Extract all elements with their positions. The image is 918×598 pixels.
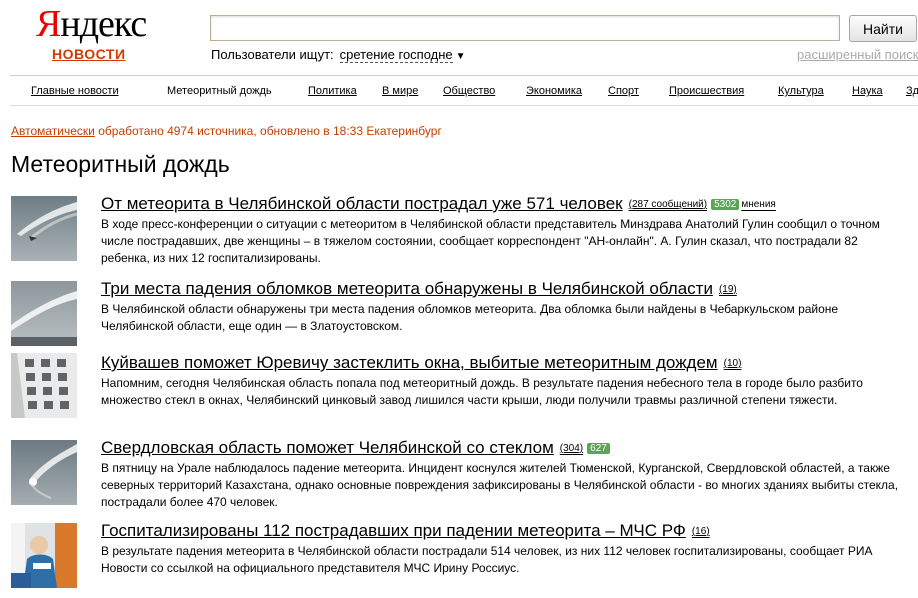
news-item-title[interactable]: Три места падения обломков метеорита обн… bbox=[101, 279, 737, 299]
nav-item-culture[interactable]: Культура bbox=[778, 85, 824, 97]
popular-queries-label: Пользователи ищут: bbox=[211, 47, 334, 62]
news-item-snippet: Напомним, сегодня Челябинская область по… bbox=[101, 376, 863, 407]
news-item-snippet: В Челябинской области обнаружены три мес… bbox=[101, 302, 839, 333]
news-thumbnail[interactable] bbox=[11, 281, 77, 346]
news-item-title-text: Госпитализированы 112 пострадавших при п… bbox=[101, 521, 686, 540]
dropdown-arrow-icon[interactable]: ▼ bbox=[456, 51, 466, 62]
yandex-logo[interactable]: Яндекс НОВОСТИ bbox=[36, 3, 147, 62]
nav-item-science[interactable]: Наука bbox=[852, 85, 883, 97]
opinions-label: мнения bbox=[741, 199, 776, 210]
news-item-title[interactable]: От метеорита в Челябинской области постр… bbox=[101, 194, 776, 214]
automatic-link[interactable]: Автоматически bbox=[11, 124, 95, 138]
nav-item-sport[interactable]: Спорт bbox=[608, 85, 639, 97]
news-item-title[interactable]: Свердловская область поможет Челябинской… bbox=[101, 438, 610, 458]
news-thumbnail[interactable] bbox=[11, 440, 77, 505]
news-item-count[interactable]: (16) bbox=[692, 526, 710, 537]
advanced-search-link[interactable]: расширенный поиск bbox=[797, 47, 918, 62]
news-item-title-text: Три места падения обломков метеорита обн… bbox=[101, 279, 713, 298]
opinions-badge[interactable]: 627 bbox=[587, 443, 610, 454]
nav-item-incidents[interactable]: Происшествия bbox=[669, 85, 744, 97]
news-item-title-text: От метеорита в Челябинской области постр… bbox=[101, 194, 623, 213]
news-thumbnail[interactable] bbox=[11, 353, 77, 418]
nav-item-world[interactable]: В мире bbox=[382, 85, 418, 97]
nav-item-economy[interactable]: Экономика bbox=[526, 85, 582, 97]
popular-queries: Пользователи ищут: сретение господне ▼ bbox=[211, 47, 466, 63]
nav-item-health[interactable]: Здо bbox=[906, 85, 918, 97]
category-nav: Главные новости Метеоритный дождь Полити… bbox=[0, 85, 918, 101]
news-item-count[interactable]: (287 сообщений) bbox=[629, 199, 707, 210]
logo-letter-ya: Я bbox=[36, 3, 61, 45]
search-input[interactable] bbox=[210, 15, 840, 41]
nav-item-meteor-shower-current: Метеоритный дождь bbox=[167, 85, 272, 97]
update-status: Автоматически обработано 4974 источника,… bbox=[11, 124, 442, 138]
logo-wordmark: Яндекс bbox=[36, 3, 147, 45]
page-title: Метеоритный дождь bbox=[11, 151, 230, 177]
search-button[interactable]: Найти bbox=[849, 15, 917, 42]
news-item-title-text: Куйвашев поможет Юревичу застеклить окна… bbox=[101, 353, 718, 372]
header-divider bbox=[10, 75, 918, 76]
news-thumbnail[interactable] bbox=[11, 523, 77, 588]
news-item-snippet: В результате падения метеорита в Челябин… bbox=[101, 544, 873, 575]
popular-query-link[interactable]: сретение господне bbox=[339, 47, 453, 63]
news-item-count[interactable]: (19) bbox=[719, 284, 737, 295]
news-item-title[interactable]: Куйвашев поможет Юревичу застеклить окна… bbox=[101, 353, 741, 373]
news-item-snippet: В пятницу на Урале наблюдалось падение м… bbox=[101, 461, 899, 509]
nav-item-society[interactable]: Общество bbox=[443, 85, 495, 97]
news-item-title-text: Свердловская область поможет Челябинской… bbox=[101, 438, 554, 457]
news-item-snippet: В ходе пресс-конференции о ситуации с ме… bbox=[101, 217, 880, 265]
update-status-text: обработано 4974 источника, обновлено в 1… bbox=[94, 124, 442, 138]
news-item-count[interactable]: (10) bbox=[724, 358, 742, 369]
nav-item-politics[interactable]: Политика bbox=[308, 85, 357, 97]
nav-item-main-news[interactable]: Главные новости bbox=[31, 85, 119, 97]
opinions-badge[interactable]: 5302 bbox=[711, 199, 740, 210]
logo-letters-rest: ндекс bbox=[60, 3, 147, 45]
news-section-link[interactable]: НОВОСТИ bbox=[52, 46, 126, 62]
news-item-title[interactable]: Госпитализированы 112 пострадавших при п… bbox=[101, 521, 710, 541]
news-thumbnail[interactable] bbox=[11, 196, 77, 261]
nav-divider bbox=[10, 105, 918, 106]
news-item-count[interactable]: (304) bbox=[560, 443, 583, 454]
